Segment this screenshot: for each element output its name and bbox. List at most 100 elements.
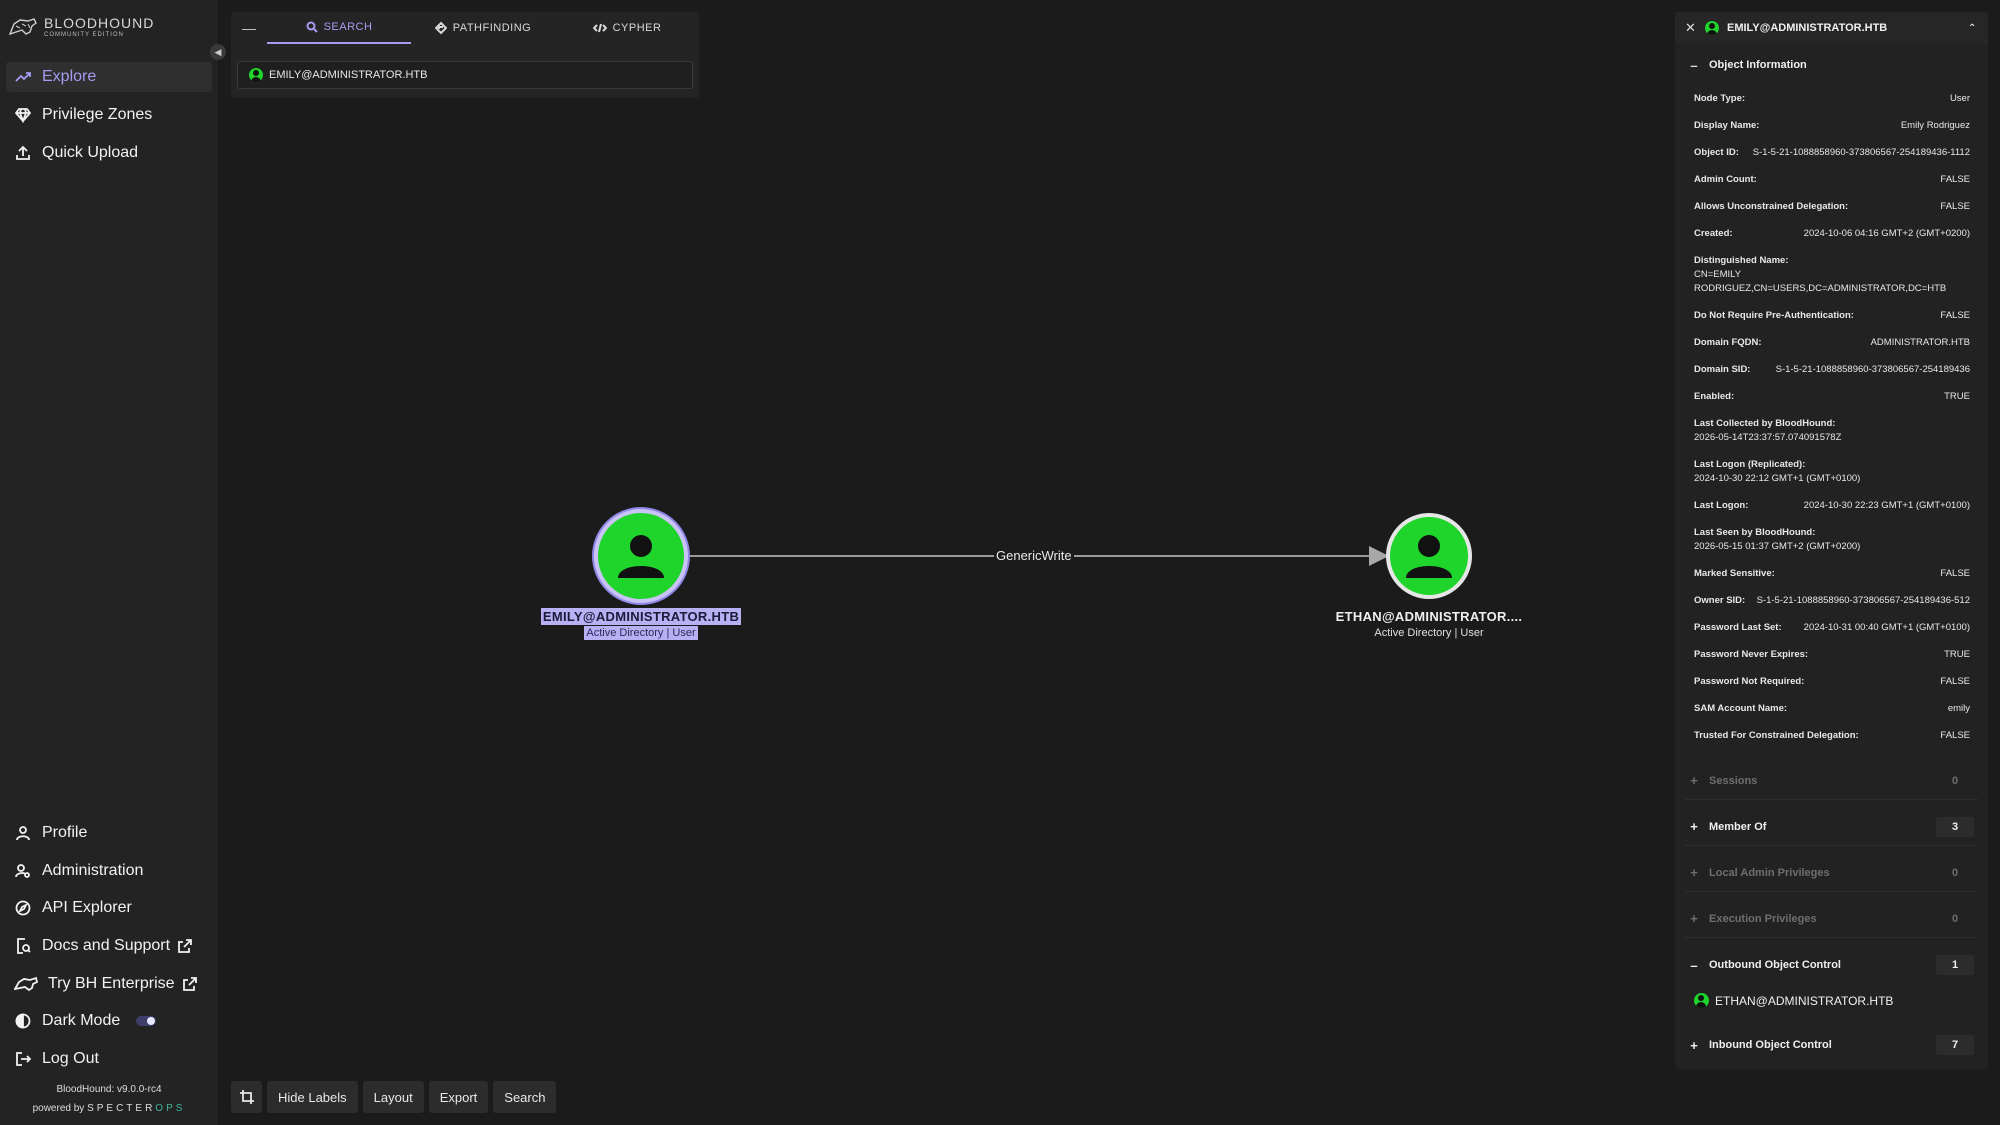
nav-docs-support[interactable]: Docs and Support [6, 931, 212, 961]
layout-button[interactable]: Layout [362, 1081, 424, 1113]
specter-brand: SPECTER [87, 1103, 156, 1114]
minus-icon: – [1690, 57, 1698, 73]
hound-icon [14, 975, 38, 993]
edge-label[interactable]: GenericWrite [994, 548, 1074, 563]
search-icon [306, 21, 318, 33]
prop-object-id: Object ID: S-1-5-21-1088858960-373806567-… [1694, 147, 1970, 158]
outbound-control-item-label: ETHAN@ADMINISTRATOR.HTB [1715, 993, 1894, 1008]
code-icon [592, 23, 607, 33]
sidebar: BLOODHOUND COMMUNITY EDITION ◀ Explore P… [0, 0, 226, 1125]
nav-try-bh-enterprise[interactable]: Try BH Enterprise [6, 969, 212, 999]
plus-icon: + [1690, 911, 1698, 926]
node-emily[interactable] [598, 513, 684, 599]
hound-icon [8, 18, 37, 36]
prop-domain-fqdn: Domain FQDN: ADMINISTRATOR.HTB [1694, 337, 1970, 348]
local-admin-count: 0 [1951, 866, 1959, 879]
nav-quick-upload[interactable]: Quick Upload [6, 138, 212, 168]
nav-quick-upload-label: Quick Upload [42, 144, 139, 161]
search-panel: — SEARCH PATHFINDING CYPHER EMILY@ADMINI… [231, 12, 699, 98]
nav-privilege-zones[interactable]: Privilege Zones [6, 100, 212, 130]
nav-log-out-label: Log Out [42, 1050, 99, 1067]
section-member-of[interactable]: + Member Of 3 [1685, 808, 1978, 846]
tab-pathfinding[interactable]: PATHFINDING [411, 12, 555, 44]
section-execution-privileges[interactable]: + Execution Privileges 0 [1685, 900, 1978, 938]
node-ethan-type: Active Directory | User [1374, 627, 1484, 639]
section-sessions[interactable]: + Sessions 0 [1685, 762, 1978, 800]
crop-icon [239, 1090, 254, 1104]
nav-api-explorer-label: API Explorer [42, 899, 132, 916]
minus-icon: – [1690, 957, 1698, 973]
nav-dark-mode: Dark Mode [6, 1006, 212, 1036]
prop-unconstrained-delegation: Allows Unconstrained Delegation: FALSE [1694, 201, 1970, 212]
tab-pathfinding-label: PATHFINDING [452, 22, 532, 34]
nav-dark-mode-label: Dark Mode [42, 1012, 121, 1029]
close-icon[interactable]: ✕ [1685, 20, 1697, 36]
tab-search[interactable]: SEARCH [267, 12, 411, 44]
plus-icon: + [1690, 819, 1698, 834]
object-information-header[interactable]: – Object Information [1675, 48, 1988, 82]
nav-docs-support-label: Docs and Support [42, 937, 171, 954]
minimize-search-button[interactable]: — [231, 20, 267, 36]
prop-last-collected: Last Collected by BloodHound: 2026-05-14T… [1694, 418, 1842, 443]
sessions-count: 0 [1951, 774, 1959, 787]
nav-try-bh-enterprise-label: Try BH Enterprise [48, 975, 175, 992]
user-gear-icon [14, 862, 32, 880]
tab-cypher-label: CYPHER [612, 22, 662, 34]
outbound-control-count: 1 [1936, 955, 1974, 975]
user-icon [14, 824, 32, 842]
logout-icon [14, 1050, 32, 1068]
nav-administration-label: Administration [42, 862, 144, 879]
user-icon [1705, 21, 1719, 35]
plus-icon: + [1690, 1037, 1698, 1053]
graph-search-button[interactable]: Search [493, 1081, 557, 1113]
contrast-icon [14, 1012, 32, 1030]
nav-administration[interactable]: Administration [6, 856, 212, 886]
user-icon [249, 68, 263, 82]
nav-explore[interactable]: Explore [6, 62, 212, 92]
collapse-up-icon[interactable]: ⌃ [1968, 23, 1978, 34]
document-search-icon [14, 937, 32, 955]
member-of-count: 3 [1936, 816, 1974, 837]
logo-subtitle: COMMUNITY EDITION [44, 32, 124, 38]
plus-icon: + [1690, 773, 1698, 788]
trend-icon [14, 68, 32, 86]
object-properties: Node Type: User Display Name: Emily Rodrig… [1675, 92, 1988, 743]
external-link-icon [176, 937, 194, 955]
tab-search-label: SEARCH [323, 21, 373, 33]
user-icon [1694, 993, 1709, 1008]
graph-canvas[interactable]: GenericWrite EMILY@ADMINISTRATOR.HTB Act… [218, 0, 1674, 1125]
section-local-admin-privileges[interactable]: + Local Admin Privileges 0 [1685, 854, 1978, 892]
prop-node-type: Node Type: User [1694, 93, 1970, 104]
export-button[interactable]: Export [428, 1081, 489, 1113]
reset-view-button[interactable] [231, 1081, 262, 1113]
prop-last-seen: Last Seen by BloodHound: 2026-05-15 01:37… [1694, 527, 1861, 552]
section-outbound-object-control[interactable]: – Outbound Object Control 1 [1685, 946, 1978, 984]
prop-admin-count: Admin Count: FALSE [1694, 174, 1970, 185]
tab-cypher[interactable]: CYPHER [555, 12, 699, 44]
outbound-control-item[interactable]: ETHAN@ADMINISTRATOR.HTB [1694, 993, 1893, 1008]
section-inbound-object-control[interactable]: + Inbound Object Control 7 [1685, 1026, 1978, 1064]
prop-owner-sid: Owner SID: S-1-5-21-1088858960-373806567-… [1694, 595, 1970, 606]
bloodhound-logo[interactable]: BLOODHOUND COMMUNITY EDITION [8, 16, 154, 38]
hide-labels-button[interactable]: Hide Labels [267, 1081, 358, 1113]
collapse-sidebar-button[interactable]: ◀ [210, 44, 226, 60]
nav-profile[interactable]: Profile [6, 818, 212, 848]
node-ethan[interactable] [1386, 513, 1472, 599]
gem-icon [14, 106, 32, 124]
prop-sam-account-name: SAM Account Name: emily [1694, 703, 1970, 714]
prop-enabled: Enabled: TRUE [1694, 391, 1970, 402]
entity-title: EMILY@ADMINISTRATOR.HTB [1727, 22, 1888, 34]
dark-mode-toggle[interactable] [136, 1016, 157, 1026]
entity-panel-header: ✕ EMILY@ADMINISTRATOR.HTB ⌃ [1675, 12, 1988, 44]
search-tabs: — SEARCH PATHFINDING CYPHER [231, 12, 699, 44]
entity-panel: ✕ EMILY@ADMINISTRATOR.HTB ⌃ – Object Inf… [1675, 12, 1988, 1069]
node-search-input[interactable]: EMILY@ADMINISTRATOR.HTB [237, 61, 693, 89]
nav-api-explorer[interactable]: API Explorer [6, 893, 212, 923]
prop-password-never-expires: Password Never Expires: TRUE [1694, 649, 1970, 660]
prop-display-name: Display Name: Emily Rodriguez [1694, 120, 1970, 131]
ops-brand: OPS [155, 1103, 186, 1114]
node-emily-type: Active Directory | User [584, 626, 698, 640]
nav-log-out[interactable]: Log Out [6, 1044, 212, 1074]
compass-icon [14, 899, 32, 917]
prop-password-not-required: Password Not Required: FALSE [1694, 676, 1970, 687]
